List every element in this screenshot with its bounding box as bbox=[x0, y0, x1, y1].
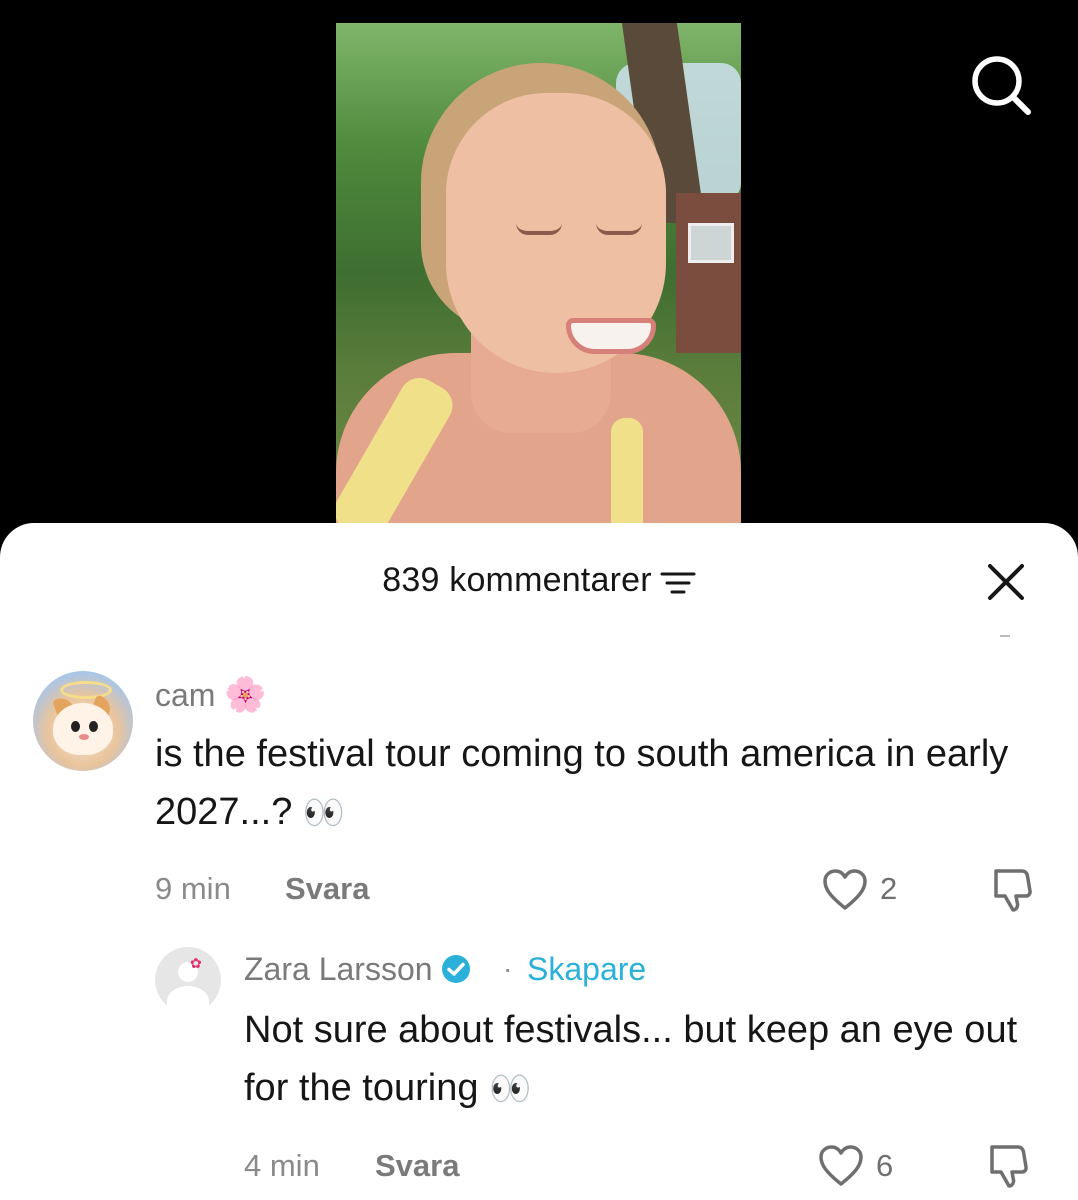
like-count: 6 bbox=[876, 1148, 894, 1183]
search-icon bbox=[972, 56, 1031, 115]
comment-body: Not sure about festivals... but keep an … bbox=[244, 1009, 1018, 1109]
video-background-house bbox=[676, 193, 741, 353]
cat-eye bbox=[89, 721, 98, 732]
comment-text: Not sure about festivals... but keep an … bbox=[244, 1001, 1034, 1118]
avatar[interactable]: ✿ bbox=[155, 947, 221, 1013]
dislike-button[interactable] bbox=[984, 1143, 1030, 1194]
separator-dot: · bbox=[503, 953, 513, 984]
eyes-emoji: 👀 bbox=[489, 1070, 532, 1108]
cat-eye bbox=[71, 721, 80, 732]
comment-timestamp: 4 min bbox=[244, 1148, 320, 1183]
close-button[interactable] bbox=[985, 561, 1027, 603]
comment-count-label: 839 kommentarer bbox=[382, 561, 652, 599]
reply-button[interactable]: Svara bbox=[285, 871, 369, 907]
search-button[interactable] bbox=[968, 52, 1032, 116]
heart-outline-icon bbox=[819, 1145, 863, 1186]
comments-sheet: 839 kommentarer cam 🌸 is the festival to… bbox=[0, 523, 1078, 1200]
scroll-indicator bbox=[1000, 635, 1010, 637]
reply-button[interactable]: Svara bbox=[375, 1148, 459, 1184]
flower-badge-icon: ✿ bbox=[190, 955, 202, 971]
username-text: cam bbox=[155, 677, 216, 713]
comment-username[interactable]: cam 🌸 bbox=[155, 675, 267, 715]
comment-count-sort-button[interactable]: 839 kommentarer bbox=[382, 561, 696, 600]
thumbs-down-icon bbox=[994, 869, 1032, 912]
avatar[interactable] bbox=[33, 671, 133, 771]
comment-username[interactable]: Zara Larsson bbox=[244, 951, 471, 988]
cat-nose bbox=[79, 734, 89, 740]
comment-body: is the festival tour coming to south ame… bbox=[155, 733, 1009, 833]
flower-emoji: 🌸 bbox=[224, 676, 267, 714]
eyes-emoji: 👀 bbox=[302, 794, 346, 832]
like-button[interactable] bbox=[822, 869, 868, 916]
video-person-strap bbox=[611, 418, 643, 523]
default-avatar-body bbox=[167, 986, 209, 1013]
video-background-window bbox=[688, 223, 734, 263]
video-player[interactable] bbox=[336, 23, 741, 523]
like-count: 2 bbox=[880, 871, 898, 906]
comment-timestamp: 9 min bbox=[155, 871, 231, 906]
comment-text: is the festival tour coming to south ame… bbox=[155, 725, 1055, 842]
video-person-eye bbox=[596, 223, 642, 235]
heart-outline-icon bbox=[823, 869, 867, 910]
video-person-smile bbox=[566, 318, 656, 354]
verified-badge-icon bbox=[442, 955, 471, 983]
thumbs-down-icon bbox=[990, 1145, 1028, 1188]
close-icon bbox=[988, 564, 1024, 600]
filter-icon bbox=[660, 572, 696, 593]
halo-decoration bbox=[60, 681, 112, 699]
cat-face bbox=[53, 703, 113, 755]
creator-label: Skapare bbox=[527, 951, 647, 987]
username-text: Zara Larsson bbox=[244, 951, 433, 987]
video-person-eye bbox=[516, 223, 562, 235]
comments-header: 839 kommentarer bbox=[0, 561, 1078, 605]
dislike-button[interactable] bbox=[988, 867, 1034, 918]
like-button[interactable] bbox=[818, 1145, 864, 1192]
